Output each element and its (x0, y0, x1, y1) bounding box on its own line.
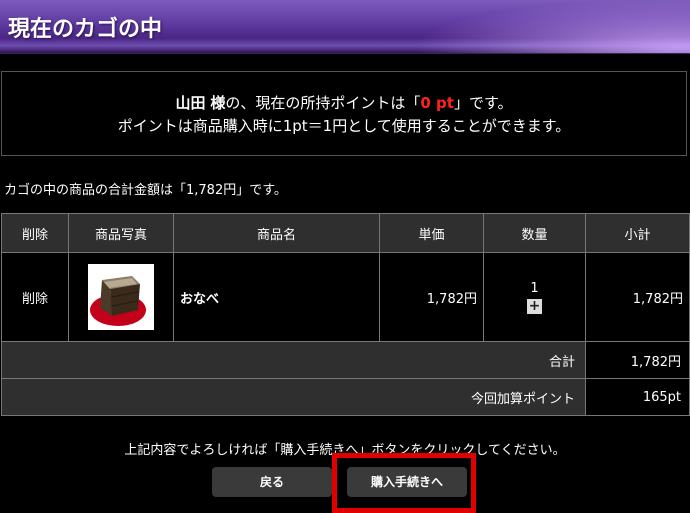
cart-table: 削除 商品写真 商品名 単価 数量 小計 削除 おなべ 1,782円 1 + 1… (1, 213, 690, 416)
checkout-button[interactable]: 購入手続きへ (347, 467, 467, 497)
col-header-unit-price: 単価 (379, 213, 484, 253)
points-line-1: 山田 様の、現在の所持ポイントは「0 pt」です。 (2, 94, 686, 112)
quantity-cell: 1 + (483, 252, 586, 342)
points-line-2: ポイントは商品購入時に1pt＝1円として使用することができます。 (117, 117, 571, 135)
quantity-value: 1 (530, 280, 539, 296)
unit-price: 1,782円 (426, 291, 477, 307)
user-honorific: 様 (210, 94, 226, 112)
product-name-cell: おなべ (173, 252, 380, 342)
col-header-quantity: 数量 (483, 213, 586, 253)
cart-total-message: カゴの中の商品の合計金額は「1,782円」です。 (4, 183, 287, 198)
col-header-subtotal: 小計 (585, 213, 690, 253)
user-name: 山田 (175, 94, 206, 112)
unit-price-cell: 1,782円 (379, 252, 484, 342)
page-header: 現在のカゴの中 (0, 0, 690, 54)
page-title: 現在のカゴの中 (8, 16, 163, 42)
product-name: おなべ (180, 291, 220, 307)
points-row: 今回加算ポイント 165pt (1, 378, 690, 416)
product-photo-cell (68, 252, 174, 342)
col-header-photo: 商品写真 (68, 213, 174, 253)
back-button[interactable]: 戻る (212, 467, 332, 497)
product-photo[interactable] (88, 264, 154, 330)
points-value: 0 pt (420, 94, 454, 112)
col-header-delete: 削除 (1, 213, 69, 253)
total-row: 合計 1,782円 (1, 341, 690, 379)
points-text-end: 」です。 (453, 94, 513, 112)
confirm-message: 上記内容でよろしければ「購入手続きへ」ボタンをクリックしてください。 (124, 443, 566, 458)
points-info-box: 山田 様の、現在の所持ポイントは「0 pt」です。 ポイントは商品購入時に1pt… (1, 71, 687, 156)
table-row: 削除 おなべ 1,782円 1 + 1,782円 (1, 252, 690, 342)
delete-link[interactable]: 削除 (22, 292, 48, 307)
delete-cell: 削除 (1, 252, 69, 342)
total-label: 合計 (1, 341, 586, 379)
increase-quantity-button[interactable]: + (527, 298, 542, 314)
table-header-row: 削除 商品写真 商品名 単価 数量 小計 (1, 213, 690, 253)
subtotal-value: 1,782円 (632, 291, 683, 307)
product-image (88, 264, 154, 330)
col-header-name: 商品名 (173, 213, 380, 253)
total-value: 1,782円 (585, 341, 690, 379)
points-text: の、現在の所持ポイントは「 (225, 94, 421, 112)
subtotal-cell: 1,782円 (585, 252, 690, 342)
earned-points-value: 165pt (585, 378, 690, 416)
earned-points-label: 今回加算ポイント (1, 378, 586, 416)
